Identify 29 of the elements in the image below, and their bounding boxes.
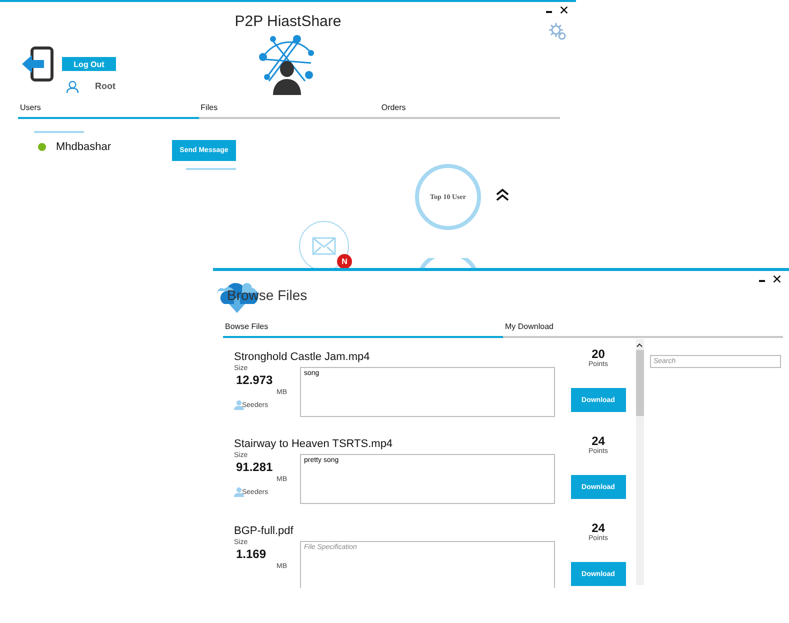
tab[interactable]: Orders <box>379 103 560 119</box>
envelope-icon <box>312 237 336 255</box>
person-icon <box>234 487 244 497</box>
tab[interactable]: Users <box>18 103 199 119</box>
file-name: Stronghold Castle Jam.mp4 <box>234 351 370 363</box>
points-value: 20 <box>592 347 605 361</box>
username: Root <box>95 81 116 91</box>
close-icon[interactable] <box>560 6 568 14</box>
exit-door-icon[interactable] <box>20 46 56 82</box>
points-value: 24 <box>592 434 605 448</box>
scrollbar[interactable] <box>636 339 644 585</box>
user-icon <box>66 80 79 93</box>
app-title: P2P HiastShare <box>234 13 342 30</box>
points-value: 24 <box>592 521 605 535</box>
person-icon <box>234 400 244 410</box>
tab[interactable]: Bowse Files <box>223 322 503 338</box>
mail-button[interactable] <box>299 221 349 271</box>
tab[interactable]: Files <box>198 103 380 119</box>
tab[interactable]: My Download <box>503 322 783 338</box>
file-size: 91.281 <box>236 460 274 474</box>
scroll-thumb[interactable] <box>636 350 644 416</box>
file-size: 1.169 <box>236 547 268 561</box>
file-name: BGP-full.pdf <box>234 525 294 537</box>
scroll-up-icon[interactable] <box>636 342 644 348</box>
file-name: Stairway to Heaven TSRTS.mp4 <box>234 438 393 450</box>
user-name[interactable]: Mhdbashar <box>56 141 112 153</box>
close-icon[interactable] <box>773 275 781 283</box>
file-size: 12.973 <box>236 373 274 387</box>
double-chevron-up-icon[interactable] <box>495 188 510 201</box>
